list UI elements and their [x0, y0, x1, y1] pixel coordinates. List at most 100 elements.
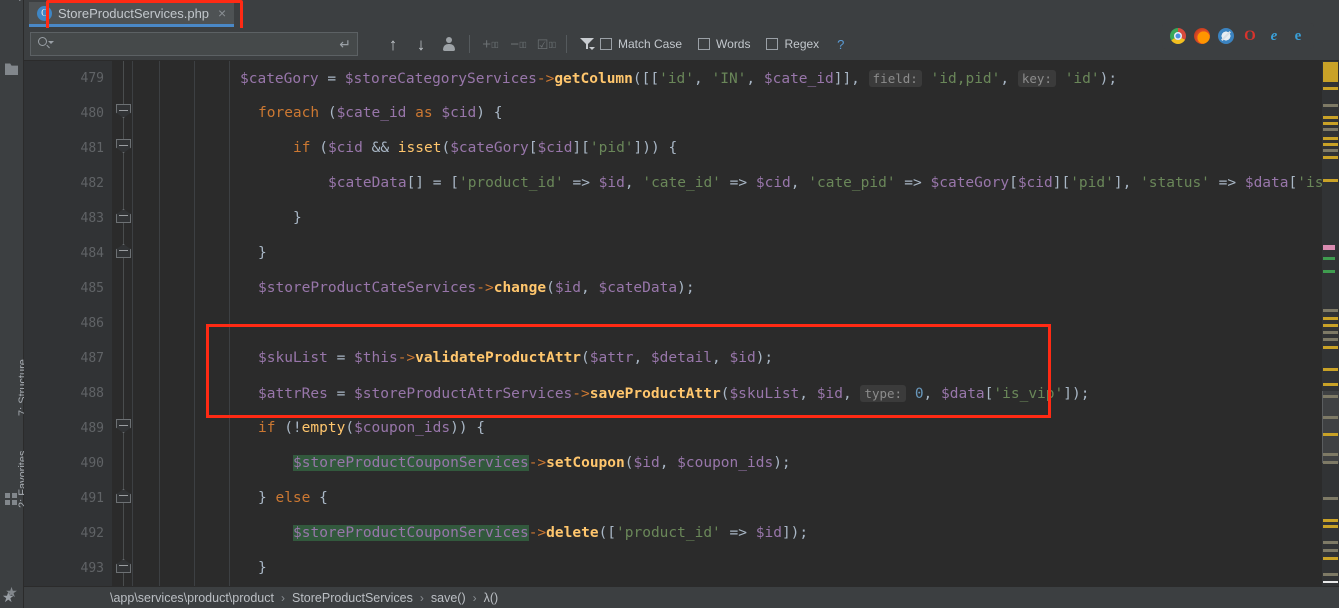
- marker-usage[interactable]: [1323, 149, 1338, 152]
- marker-usage[interactable]: [1323, 128, 1338, 131]
- line-number: 491: [80, 491, 104, 506]
- editor-gutter[interactable]: 479 480 481 482 483 484 485 486 487 488 …: [24, 61, 112, 586]
- code-line-492[interactable]: $storeProductCouponServices->delete(['pr…: [293, 516, 808, 551]
- left-tool-window-strip: 1: Project 7: Structure 2: Favorites ★: [0, 0, 29, 608]
- marker-warning[interactable]: [1323, 62, 1338, 82]
- match-case-checkbox[interactable]: Match Case: [600, 37, 682, 51]
- code-line-483[interactable]: }: [293, 201, 302, 236]
- marker-warning[interactable]: [1323, 519, 1338, 522]
- marker-warning[interactable]: [1323, 525, 1338, 528]
- code-line-482[interactable]: $cateData[] = ['product_id' => $id, 'cat…: [328, 166, 1339, 201]
- checkbox-box[interactable]: [698, 38, 711, 50]
- marker-usage[interactable]: [1323, 549, 1338, 552]
- edge-icon[interactable]: e: [1290, 28, 1306, 44]
- marker-warning[interactable]: [1323, 383, 1338, 386]
- fold-marker-493[interactable]: [116, 559, 131, 573]
- marker-usage[interactable]: [1323, 453, 1338, 456]
- marker-usage[interactable]: [1323, 497, 1338, 500]
- marker-usage[interactable]: [1323, 541, 1338, 544]
- safari-icon[interactable]: [1218, 28, 1234, 44]
- fold-marker-491[interactable]: [116, 489, 131, 503]
- opera-icon[interactable]: O: [1242, 28, 1258, 44]
- marker-usage[interactable]: [1323, 416, 1338, 419]
- code-line-481[interactable]: if ($cid && isset($cateGory[$cid]['pid']…: [293, 131, 677, 166]
- code-line-485[interactable]: $storeProductCateServices->change($id, $…: [258, 271, 695, 306]
- marker-warning[interactable]: [1323, 116, 1338, 119]
- chrome-icon[interactable]: [1170, 28, 1186, 44]
- marker-warning[interactable]: [1323, 156, 1338, 159]
- close-icon[interactable]: ×: [215, 6, 228, 20]
- favorites-star-icon[interactable]: ★: [2, 589, 15, 606]
- marker-changed[interactable]: [1323, 245, 1335, 250]
- marker-warning[interactable]: [1323, 137, 1338, 140]
- marker-warning[interactable]: [1323, 179, 1338, 182]
- find-next-button[interactable]: [408, 31, 434, 57]
- breadcrumb-item-lambda[interactable]: λ(): [484, 591, 499, 605]
- fold-marker-489[interactable]: [116, 419, 131, 433]
- code-line-493[interactable]: }: [258, 551, 267, 586]
- marker-warning[interactable]: [1323, 122, 1338, 125]
- internet-explorer-icon[interactable]: e: [1266, 28, 1282, 44]
- marker-warning[interactable]: [1323, 87, 1338, 90]
- sidebar-item-project[interactable]: 1: Project: [0, 0, 29, 75]
- find-previous-button[interactable]: [380, 31, 406, 57]
- marker-usage[interactable]: [1323, 309, 1338, 312]
- search-icon[interactable]: [37, 36, 54, 52]
- filter-button[interactable]: [574, 31, 600, 57]
- remove-line-button[interactable]: ▯▯: [505, 31, 531, 57]
- code-line-479[interactable]: $cateGory = $storeCategoryServices->getC…: [240, 61, 1117, 96]
- code-line-491[interactable]: } else {: [258, 481, 328, 516]
- fold-marker-483[interactable]: [116, 209, 131, 223]
- code-line-489[interactable]: if (!empty($coupon_ids)) {: [258, 411, 485, 446]
- code-line-487[interactable]: $skuList = $this->validateProductAttr($a…: [258, 341, 773, 376]
- firefox-icon[interactable]: [1194, 28, 1210, 44]
- code-line-484[interactable]: }: [258, 236, 267, 271]
- search-input[interactable]: [53, 37, 340, 51]
- sidebar-item-favorites[interactable]: 2: Favorites ★: [0, 451, 29, 600]
- match-case-label: Match Case: [618, 37, 683, 51]
- checkbox-box[interactable]: [600, 38, 612, 50]
- marker-warning[interactable]: [1323, 368, 1338, 371]
- marker-added[interactable]: [1323, 270, 1335, 273]
- line-number: 492: [80, 526, 104, 541]
- marker-warning[interactable]: [1323, 346, 1338, 349]
- line-number: 480: [80, 106, 104, 121]
- marker-usage[interactable]: [1323, 395, 1338, 398]
- code-line-490[interactable]: $storeProductCouponServices->setCoupon($…: [293, 446, 791, 481]
- marker-usage[interactable]: [1323, 331, 1338, 334]
- help-icon[interactable]: ?: [837, 37, 844, 52]
- marker-usage[interactable]: [1323, 461, 1338, 464]
- code-content[interactable]: $cateGory = $storeCategoryServices->getC…: [132, 61, 1339, 586]
- marker-warning[interactable]: [1323, 433, 1338, 436]
- regex-checkbox[interactable]: Regex: [766, 37, 819, 51]
- marker-caret[interactable]: [1323, 581, 1338, 583]
- code-line-488[interactable]: $attrRes = $storeProductAttrServices->sa…: [258, 376, 1089, 411]
- marker-usage[interactable]: [1323, 104, 1338, 107]
- fold-marker-484[interactable]: [116, 244, 131, 258]
- search-field-container[interactable]: ↵: [30, 32, 358, 56]
- code-editor[interactable]: 479 480 481 482 483 484 485 486 487 488 …: [24, 61, 1339, 586]
- add-line-button[interactable]: ▯▯: [477, 31, 503, 57]
- breadcrumb-item-class[interactable]: StoreProductServices: [292, 591, 413, 605]
- marker-usage[interactable]: [1323, 573, 1338, 576]
- marker-added[interactable]: [1323, 257, 1335, 260]
- editor-tab-storeproductservices[interactable]: C StoreProductServices.php ×: [29, 2, 235, 27]
- toolbar-divider-2: [566, 35, 567, 53]
- words-checkbox[interactable]: Words: [698, 37, 750, 51]
- fold-marker-481[interactable]: [116, 139, 131, 153]
- code-line-480[interactable]: foreach ($cate_id as $cid) {: [258, 96, 502, 131]
- marker-warning[interactable]: [1323, 317, 1338, 320]
- find-toolbar: ↵ ▯▯ ▯▯ ▯▯ Match Case Words: [24, 28, 1339, 61]
- breadcrumb-item-method[interactable]: save(): [431, 591, 466, 605]
- marker-warning[interactable]: [1323, 324, 1338, 327]
- fold-marker-480[interactable]: [116, 104, 131, 118]
- breadcrumb-item-path[interactable]: \app\services\product\product: [110, 591, 274, 605]
- marker-scrollbar[interactable]: [1322, 61, 1339, 586]
- breadcrumb-separator: ›: [280, 590, 285, 605]
- marker-warning[interactable]: [1323, 557, 1338, 560]
- marker-warning[interactable]: [1323, 143, 1338, 146]
- select-all-occurrences-button[interactable]: [436, 31, 462, 57]
- checkbox-box[interactable]: [766, 38, 779, 50]
- toggle-line-button[interactable]: ▯▯: [533, 31, 559, 57]
- marker-usage[interactable]: [1323, 338, 1338, 341]
